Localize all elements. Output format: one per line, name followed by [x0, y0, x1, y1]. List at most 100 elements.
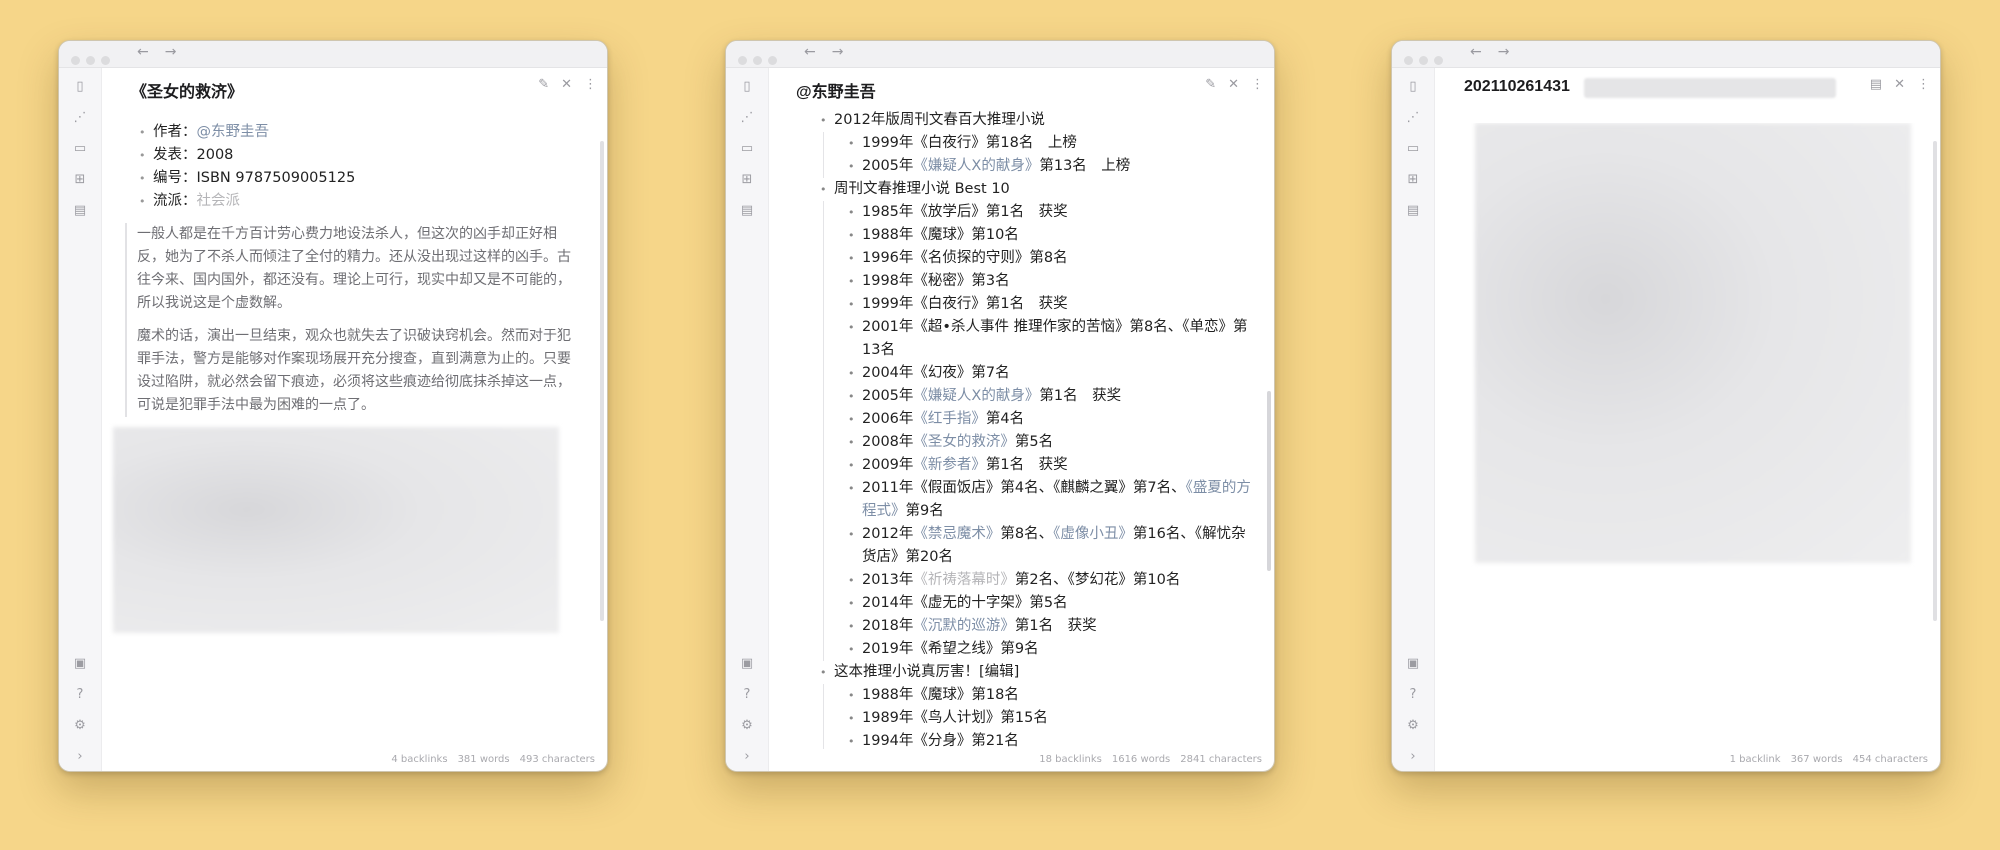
graph-icon[interactable]: ⋰	[71, 109, 89, 127]
backlinks-count[interactable]: 4 backlinks	[391, 754, 447, 765]
blocks-icon[interactable]: ⊞	[71, 171, 89, 189]
author-link[interactable]: @东野圭吾	[197, 124, 270, 140]
forward-arrow-icon[interactable]: →	[1498, 44, 1510, 60]
title-bar[interactable]: ← →	[59, 41, 607, 68]
more-icon[interactable]: ⋮	[584, 77, 597, 92]
word-count: 367 words	[1790, 754, 1843, 765]
settings-icon[interactable]: ⚙	[738, 717, 756, 735]
book-link[interactable]: 《嫌疑人X的献身》	[913, 158, 1039, 174]
quote-block: 一般人都是在千方百计劳心费力地设法杀人，但这次的凶手却正好相反，她为了不杀人而倾…	[125, 223, 577, 417]
character-count: 2841 characters	[1180, 754, 1262, 765]
item-text: 1988年《魔球》第18名	[862, 687, 1019, 703]
file-icon[interactable]: ▯	[738, 78, 756, 96]
list-item: 2018年《沉默的巡游》第1名 获奖	[848, 615, 1260, 638]
settings-icon[interactable]: ⚙	[1404, 717, 1422, 735]
item-text: 2006年	[862, 411, 914, 427]
forward-arrow-icon[interactable]: →	[165, 44, 177, 60]
more-icon[interactable]: ⋮	[1917, 77, 1930, 92]
book-link[interactable]: 《禁忌魔术》	[913, 526, 1000, 542]
item-text: 2001年《超•杀人事件 推理作家的苦恼》第8名、《单恋》第13名	[862, 319, 1248, 358]
back-arrow-icon[interactable]: ←	[804, 44, 816, 60]
scrollbar[interactable]	[600, 141, 604, 621]
list-item: 1996年《名侦探的守则》第8名	[848, 247, 1260, 270]
expand-icon[interactable]: ›	[71, 748, 89, 766]
vault-icon[interactable]: ▣	[738, 655, 756, 673]
window-controls[interactable]	[1404, 50, 1449, 69]
status-bar: 1 backlink 367 words 454 characters	[1720, 754, 1928, 765]
terminal-icon[interactable]: ▭	[71, 140, 89, 158]
item-text: 1988年《魔球》第10名	[862, 227, 1019, 243]
book-link[interactable]: 《虚像小丑》	[1053, 526, 1133, 542]
list-item: 2005年《嫌疑人X的献身》第13名 上榜	[848, 155, 1260, 178]
close-icon[interactable]: ✕	[1228, 77, 1239, 92]
book-link[interactable]: 《沉默的巡游》	[913, 618, 1015, 634]
expand-icon[interactable]: ›	[1404, 748, 1422, 766]
blocks-icon[interactable]: ⊞	[738, 171, 756, 189]
window-controls[interactable]	[71, 50, 116, 69]
character-count: 493 characters	[519, 754, 595, 765]
vault-icon[interactable]: ▣	[1404, 655, 1422, 673]
close-icon[interactable]: ✕	[1894, 77, 1905, 92]
scrollbar[interactable]	[1267, 391, 1271, 571]
book-link[interactable]: 《圣女的救济》	[913, 434, 1015, 450]
note-content: 2012年版周刊文春百大推理小说1999年《白夜行》第18名 上榜2005年《嫌…	[768, 109, 1260, 749]
edit-icon[interactable]: ✎	[1205, 77, 1216, 92]
expand-icon[interactable]: ›	[738, 748, 756, 766]
forward-arrow-icon[interactable]: →	[832, 44, 844, 60]
item-text: 第1名 获奖	[1039, 388, 1122, 404]
blocks-icon[interactable]: ⊞	[1404, 171, 1422, 189]
help-icon[interactable]: ?	[71, 686, 89, 704]
reading-view-icon[interactable]: ▤	[1870, 77, 1882, 92]
file-icon[interactable]: ▯	[1404, 78, 1422, 96]
word-count: 381 words	[457, 754, 510, 765]
left-ribbon: ▯ ⋰ ▭ ⊞ ▤ ▣ ? ⚙ ›	[1392, 68, 1435, 771]
terminal-icon[interactable]: ▭	[1404, 140, 1422, 158]
more-icon[interactable]: ⋮	[1251, 77, 1264, 92]
graph-icon[interactable]: ⋰	[1404, 109, 1422, 127]
list-item: 2013年《祈祷落幕时》第2名、《梦幻花》第10名	[848, 569, 1260, 592]
item-text: 第1名 获奖	[1014, 618, 1097, 634]
list-item: 1999年《白夜行》第1名 获奖	[848, 293, 1260, 316]
unresolved-link[interactable]: 《祈祷落幕时》	[913, 572, 1015, 588]
title-bar[interactable]: ← →	[726, 41, 1274, 68]
help-icon[interactable]: ?	[1404, 686, 1422, 704]
note-content: 作者：@东野圭吾 发表：2008 编号：ISBN 9787509005125 流…	[101, 121, 593, 749]
item-text: 2018年	[862, 618, 914, 634]
title-bar[interactable]: ← →	[1392, 41, 1940, 68]
book-link[interactable]: 《嫌疑人X的献身》	[913, 388, 1039, 404]
layout-icon[interactable]: ▤	[1404, 202, 1422, 220]
list-item: 1999年《白夜行》第18名 上榜	[848, 132, 1260, 155]
list-item: 2005年《嫌疑人X的献身》第1名 获奖	[848, 385, 1260, 408]
layout-icon[interactable]: ▤	[738, 202, 756, 220]
edit-icon[interactable]: ✎	[538, 77, 549, 92]
note-window-2: ←→ ▯ ⋰ ▭ ⊞ ▤ ▣ ? ⚙ › @东野圭吾 ✎✕⋮ 2012年版周刊文…	[725, 40, 1275, 772]
character-count: 454 characters	[1852, 754, 1928, 765]
section-items: 1985年《放学后》第1名 获奖 1988年《魔球》第10名 1996年《名侦探的守…	[823, 201, 1260, 661]
item-text: 第8名、	[1000, 526, 1054, 542]
back-arrow-icon[interactable]: ←	[137, 44, 149, 60]
list-item: 1985年《放学后》第1名 获奖	[848, 201, 1260, 224]
close-icon[interactable]: ✕	[561, 77, 572, 92]
layout-icon[interactable]: ▤	[71, 202, 89, 220]
list-item: 2014年《虚无的十字架》第5名	[848, 592, 1260, 615]
scrollbar[interactable]	[1933, 141, 1937, 621]
book-link[interactable]: 《新参者》	[913, 457, 986, 473]
list-item: 2012年《禁忌魔术》第8名、《虚像小丑》第16名、《解忧杂货店》第20名	[848, 523, 1260, 569]
graph-icon[interactable]: ⋰	[738, 109, 756, 127]
back-arrow-icon[interactable]: ←	[1470, 44, 1482, 60]
vault-icon[interactable]: ▣	[71, 655, 89, 673]
backlinks-count[interactable]: 1 backlink	[1730, 754, 1781, 765]
terminal-icon[interactable]: ▭	[738, 140, 756, 158]
list-item: 2011年《假面饭店》第4名、《麒麟之翼》第7名、《盛夏的方程式》第9名	[848, 477, 1260, 523]
section-heading: 这本推理小说真厉害！[编辑]	[820, 661, 1260, 684]
word-count: 1616 words	[1111, 754, 1171, 765]
help-icon[interactable]: ?	[738, 686, 756, 704]
window-controls[interactable]	[738, 50, 783, 69]
list-item: 2004年《幻夜》第7名	[848, 362, 1260, 385]
book-link[interactable]: 《红手指》	[913, 411, 986, 427]
settings-icon[interactable]: ⚙	[71, 717, 89, 735]
item-text: 1999年《白夜行》第18名 上榜	[862, 135, 1077, 151]
backlinks-count[interactable]: 18 backlinks	[1039, 754, 1102, 765]
genre-link[interactable]: 社会派	[197, 193, 241, 209]
file-icon[interactable]: ▯	[71, 78, 89, 96]
